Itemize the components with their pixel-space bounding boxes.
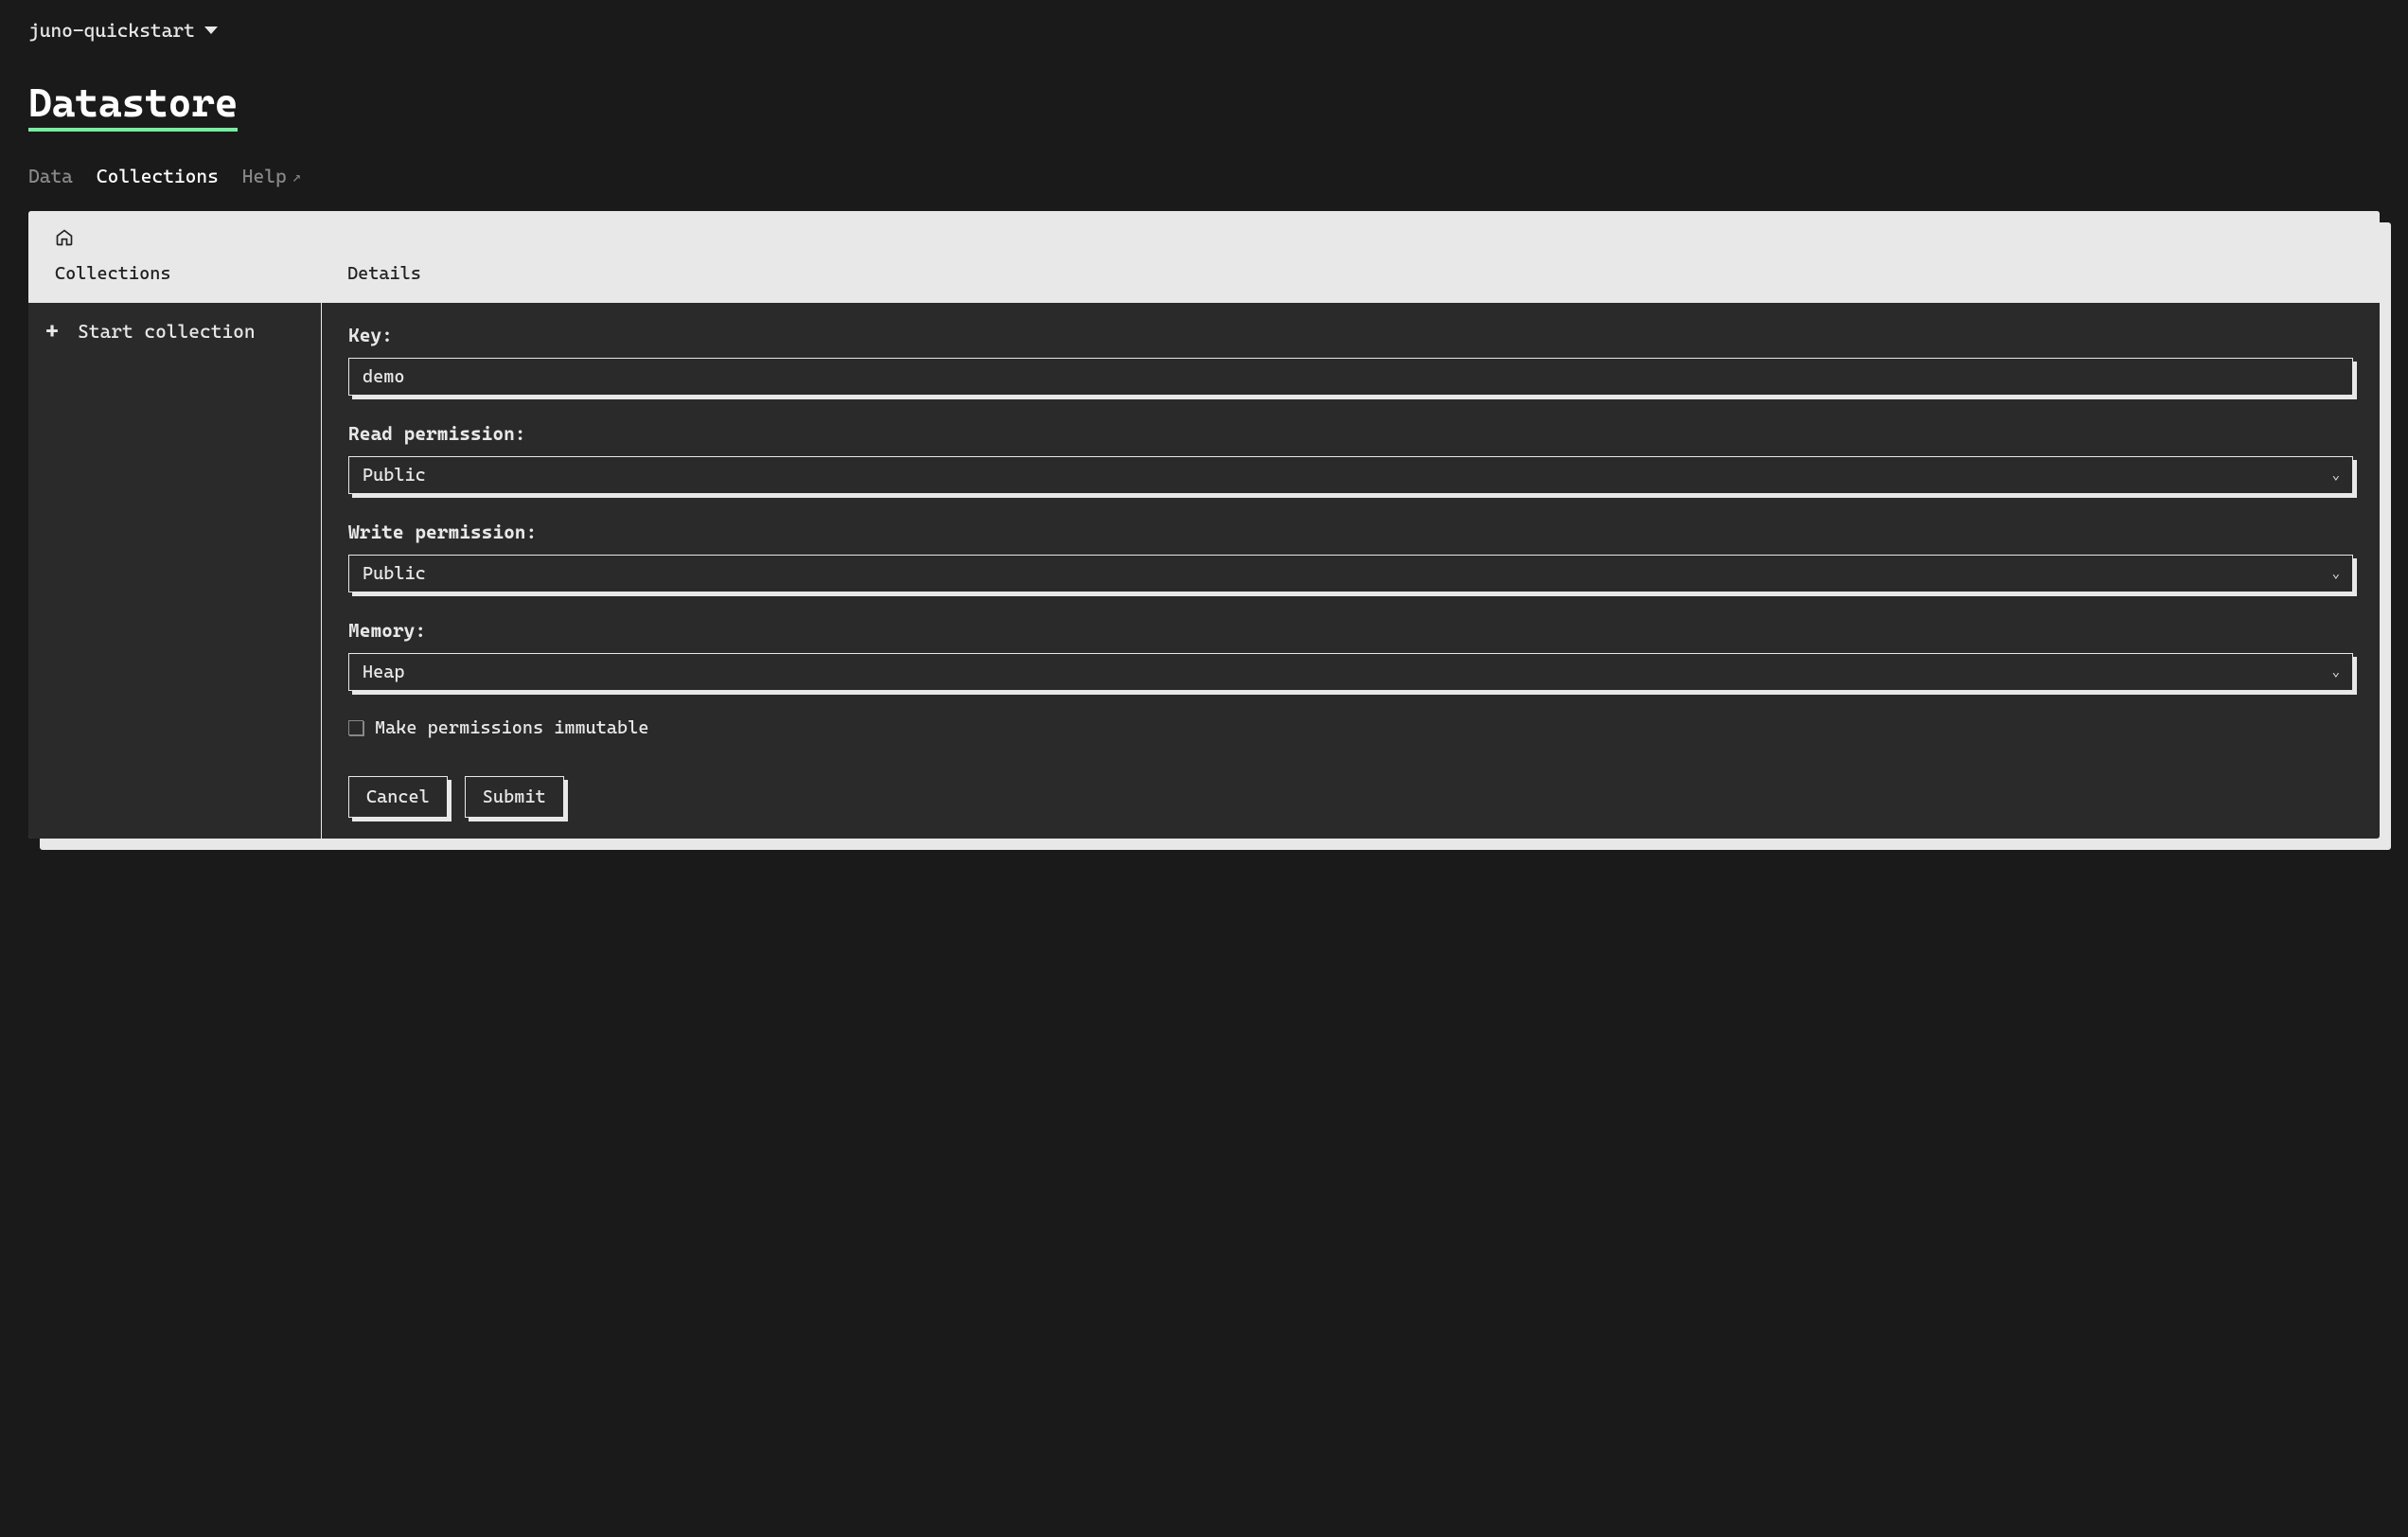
subheader-details: Details xyxy=(347,263,2353,284)
tab-collections[interactable]: Collections xyxy=(97,165,219,187)
immutable-checkbox[interactable] xyxy=(348,720,363,735)
read-permission-select[interactable]: Public xyxy=(348,456,2353,494)
form-group-memory: Memory: Heap ⌄ xyxy=(348,619,2353,691)
tab-help-label: Help xyxy=(242,165,287,187)
chevron-down-icon xyxy=(204,26,218,34)
main-panel: Collections Details + Start collection K… xyxy=(28,211,2380,839)
form-group-key: Key: xyxy=(348,324,2353,396)
write-permission-select[interactable]: Public xyxy=(348,555,2353,592)
form-group-write-permission: Write permission: Public ⌄ xyxy=(348,521,2353,592)
details-form: Key: Read permission: Public ⌄ xyxy=(322,303,2380,839)
tab-help[interactable]: Help ↗ xyxy=(242,165,302,187)
main-panel-wrapper: Collections Details + Start collection K… xyxy=(28,211,2380,839)
panel-body: + Start collection Key: Read permission: xyxy=(28,303,2380,839)
form-group-read-permission: Read permission: Public ⌄ xyxy=(348,422,2353,494)
collections-sidebar: + Start collection xyxy=(28,303,322,839)
write-permission-label: Write permission: xyxy=(348,521,2353,543)
project-name: juno-quickstart xyxy=(28,19,195,42)
memory-label: Memory: xyxy=(348,619,2353,642)
start-collection-button[interactable]: + Start collection xyxy=(45,320,304,343)
plus-icon: + xyxy=(45,320,59,343)
key-input[interactable] xyxy=(348,358,2353,396)
tabs: Data Collections Help ↗ xyxy=(28,165,2380,187)
key-label: Key: xyxy=(348,324,2353,346)
external-link-icon: ↗ xyxy=(292,168,302,186)
memory-select[interactable]: Heap xyxy=(348,653,2353,691)
immutable-label: Make permissions immutable xyxy=(375,717,648,738)
tab-data[interactable]: Data xyxy=(28,165,73,187)
cancel-button[interactable]: Cancel xyxy=(348,776,448,818)
form-buttons: Cancel Submit xyxy=(348,776,2353,818)
subheader-collections: Collections xyxy=(55,263,347,284)
start-collection-label: Start collection xyxy=(78,320,256,343)
submit-button[interactable]: Submit xyxy=(465,776,564,818)
project-selector[interactable]: juno-quickstart xyxy=(28,19,2380,42)
read-permission-label: Read permission: xyxy=(348,422,2353,445)
panel-subheader: Collections Details xyxy=(55,263,2353,295)
immutable-checkbox-group: Make permissions immutable xyxy=(348,717,2353,738)
home-icon[interactable] xyxy=(55,228,74,252)
page-title: Datastore xyxy=(28,80,238,132)
panel-header: Collections Details xyxy=(28,211,2380,303)
